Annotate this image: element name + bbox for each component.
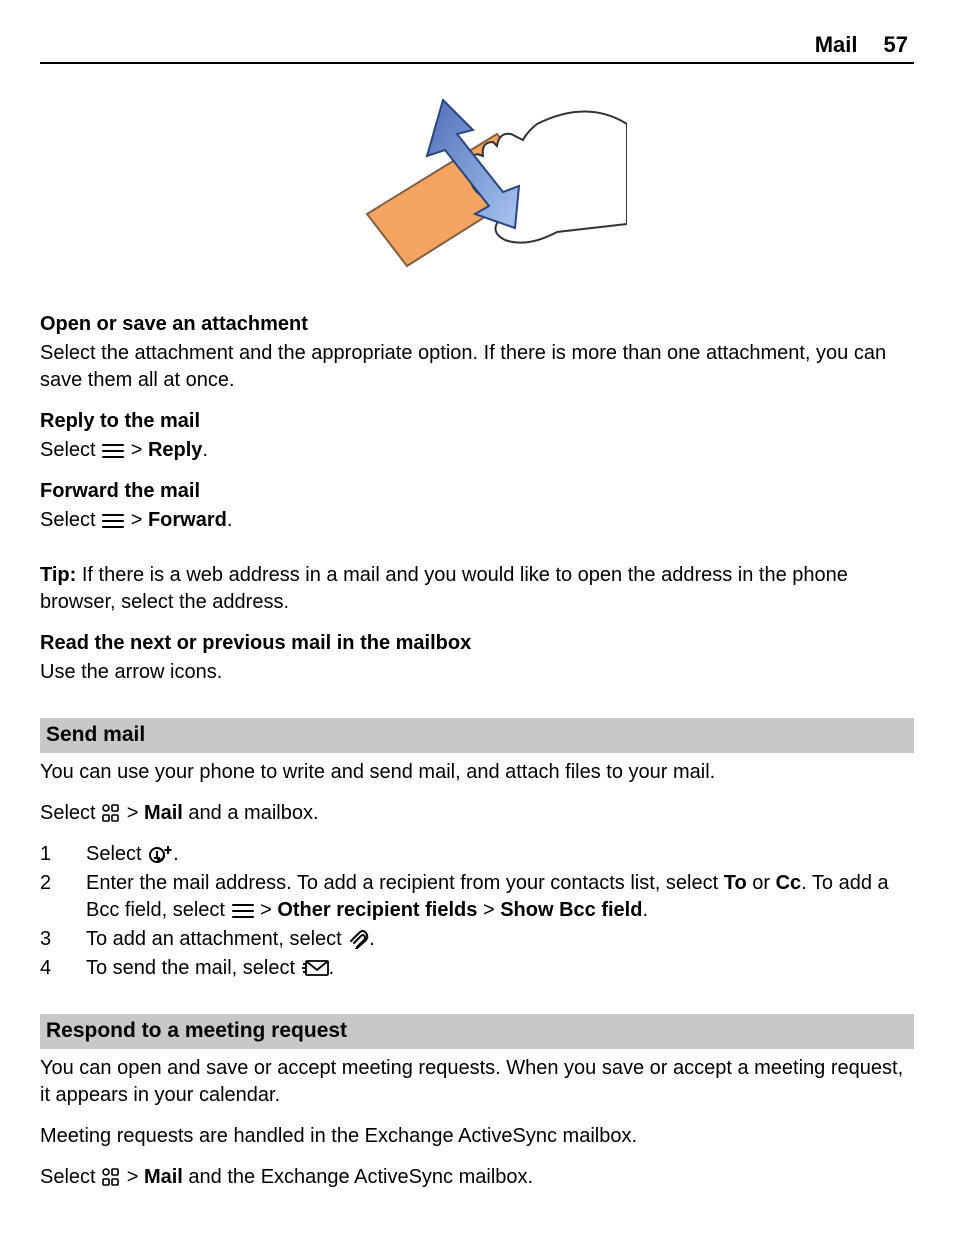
step-4: To send the mail, select . — [40, 955, 914, 982]
text: Select — [40, 439, 101, 461]
step-3: To add an attachment, select . — [40, 926, 914, 953]
step-2: Enter the mail address. To add a recipie… — [40, 870, 914, 924]
send-envelope-icon — [301, 958, 329, 978]
text: Select — [40, 509, 101, 531]
text: > — [131, 509, 148, 531]
paperclip-icon — [347, 929, 369, 949]
to-label: To — [724, 872, 747, 894]
text: To send the mail, select — [86, 957, 301, 979]
page-number: 57 — [884, 30, 908, 60]
show-bcc-label: Show Bcc field — [500, 899, 642, 921]
text: > — [260, 899, 277, 921]
apps-grid-icon — [101, 803, 121, 823]
text: Select — [40, 802, 101, 824]
text: . — [227, 509, 233, 531]
text: . — [173, 843, 179, 865]
apps-grid-icon — [101, 1167, 121, 1187]
text: > — [127, 1166, 144, 1188]
text: . — [369, 928, 375, 950]
page-header: Mail 57 — [40, 30, 914, 64]
menu-icon — [101, 512, 125, 530]
swipe-gesture-illustration — [40, 94, 914, 287]
respond-select-line: Select > Mail and the Exchange ActiveSyn… — [40, 1164, 914, 1191]
section-send-mail: Send mail — [40, 718, 914, 753]
send-select-line: Select > Mail and a mailbox. — [40, 800, 914, 827]
text: Enter the mail address. To add a recipie… — [86, 872, 724, 894]
text: . — [329, 957, 335, 979]
tip-body: If there is a web address in a mail and … — [40, 564, 848, 613]
section-respond: Respond to a meeting request — [40, 1014, 914, 1049]
heading-read-next: Read the next or previous mail in the ma… — [40, 630, 914, 657]
send-steps: Select . Enter the mail address. To add … — [40, 841, 914, 982]
heading-reply: Reply to the mail — [40, 408, 914, 435]
text: To add an attachment, select — [86, 928, 347, 950]
header-section: Mail — [815, 30, 858, 60]
mail-label: Mail — [144, 802, 183, 824]
forward-instructions: Select > Forward. — [40, 507, 914, 534]
heading-open-attachment: Open or save an attachment — [40, 311, 914, 338]
text: and a mailbox. — [183, 802, 319, 824]
heading-forward: Forward the mail — [40, 478, 914, 505]
text: > — [127, 802, 144, 824]
text: or — [747, 872, 776, 894]
other-fields-label: Other recipient fields — [277, 899, 477, 921]
send-intro: You can use your phone to write and send… — [40, 759, 914, 786]
text: Select — [40, 1166, 101, 1188]
menu-icon — [101, 442, 125, 460]
step-1: Select . — [40, 841, 914, 868]
tip-label: Tip: — [40, 564, 76, 586]
reply-instructions: Select > Reply. — [40, 437, 914, 464]
text: Select — [86, 843, 147, 865]
text-open-attachment: Select the attachment and the appropriat… — [40, 340, 914, 394]
tip-paragraph: Tip: If there is a web address in a mail… — [40, 562, 914, 616]
text: and the Exchange ActiveSync mailbox. — [183, 1166, 533, 1188]
text: . — [642, 899, 648, 921]
reply-label: Reply — [148, 439, 202, 461]
respond-p2: Meeting requests are handled in the Exch… — [40, 1123, 914, 1150]
text: > — [477, 899, 500, 921]
text: > — [131, 439, 148, 461]
menu-icon — [231, 902, 255, 920]
compose-mail-icon — [147, 844, 173, 864]
mail-label: Mail — [144, 1166, 183, 1188]
forward-label: Forward — [148, 509, 227, 531]
text: . — [202, 439, 208, 461]
cc-label: Cc — [776, 872, 802, 894]
respond-p1: You can open and save or accept meeting … — [40, 1055, 914, 1109]
read-next-body: Use the arrow icons. — [40, 659, 914, 686]
